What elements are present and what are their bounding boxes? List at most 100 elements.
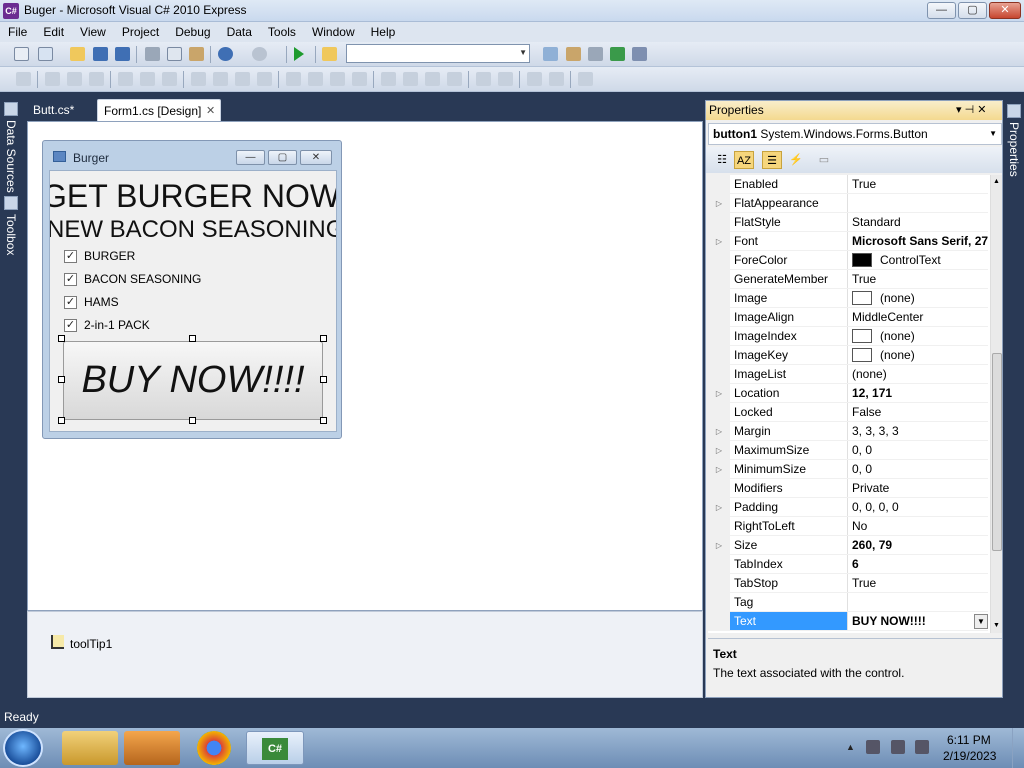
check-icon[interactable]: ✓	[64, 295, 77, 309]
align-centers-icon[interactable]	[67, 72, 82, 86]
tab-butt-cs[interactable]: Butt.cs*	[27, 99, 80, 121]
save-icon[interactable]	[93, 47, 108, 61]
menu-data[interactable]: Data	[219, 22, 260, 42]
property-row-tabstop[interactable]: TabStop True	[708, 574, 988, 593]
property-value[interactable]: (none)	[848, 346, 988, 364]
size-to-grid-icon[interactable]	[213, 72, 228, 86]
start-debugging-icon[interactable]	[294, 47, 304, 61]
expand-arrow-icon[interactable]: ▷	[708, 194, 730, 212]
find-in-files-icon[interactable]	[322, 47, 337, 61]
align-tops-icon[interactable]	[118, 72, 133, 86]
panel-pin-close-icons[interactable]: ▾ ⊣ ✕	[956, 101, 986, 120]
tab-order-icon[interactable]	[578, 72, 593, 86]
new-project-icon[interactable]	[14, 47, 29, 61]
property-row-margin[interactable]: ▷ Margin 3, 3, 3, 3	[708, 422, 988, 441]
events-icon[interactable]: ⚡	[786, 151, 806, 169]
property-row-modifiers[interactable]: Modifiers Private	[708, 479, 988, 498]
expand-arrow-icon[interactable]: ▷	[708, 232, 730, 250]
property-value[interactable]	[848, 194, 988, 212]
make-same-width-icon[interactable]	[191, 72, 206, 86]
checkbox-hams[interactable]: ✓ HAMS	[64, 294, 119, 310]
scroll-up-icon[interactable]: ▲	[993, 178, 1000, 185]
expand-arrow-icon[interactable]: ▷	[708, 536, 730, 554]
clock-time[interactable]: 6:11 PM	[947, 733, 991, 747]
categorized-icon[interactable]: ☷	[712, 151, 732, 169]
chevron-down-icon[interactable]: ▼	[519, 48, 527, 57]
buy-now-button[interactable]: BUY NOW!!!!	[63, 341, 323, 420]
menu-edit[interactable]: Edit	[35, 22, 72, 42]
resize-handle[interactable]	[320, 376, 327, 383]
property-value[interactable]: (none)	[848, 289, 988, 307]
menu-view[interactable]: View	[72, 22, 114, 42]
menu-window[interactable]: Window	[304, 22, 363, 42]
save-all-icon[interactable]	[115, 47, 130, 61]
resize-handle[interactable]	[58, 376, 65, 383]
toolbox-tab[interactable]: Toolbox	[4, 214, 18, 255]
menu-file[interactable]: File	[0, 22, 35, 42]
tooltip-component[interactable]: toolTip1	[70, 637, 112, 651]
increase-horizontal-spacing-icon[interactable]	[308, 72, 323, 86]
object-selector[interactable]: button1 System.Windows.Forms.Button ▼	[708, 123, 1002, 145]
label-get-burger[interactable]: GET BURGER NOW	[50, 178, 336, 214]
add-item-icon[interactable]	[38, 47, 53, 61]
toolbox-tab-icon[interactable]	[4, 196, 18, 210]
property-value[interactable]: 0, 0	[848, 460, 988, 478]
network-icon[interactable]	[866, 740, 880, 754]
minimize-button[interactable]: —	[927, 2, 956, 19]
expand-arrow-icon[interactable]: ▷	[708, 384, 730, 402]
property-value[interactable]: Standard	[848, 213, 988, 231]
property-value[interactable]: 0, 0	[848, 441, 988, 459]
menu-debug[interactable]: Debug	[167, 22, 218, 42]
checkbox-burger[interactable]: ✓ BURGER	[64, 248, 135, 264]
property-row-image[interactable]: Image (none)	[708, 289, 988, 308]
volume-icon[interactable]	[915, 740, 929, 754]
align-bottoms-icon[interactable]	[162, 72, 177, 86]
check-icon[interactable]: ✓	[64, 249, 77, 263]
chrome-taskbar-icon[interactable]	[197, 731, 231, 765]
property-pages-icon[interactable]: ▭	[814, 151, 834, 169]
solution-explorer-icon[interactable]	[543, 47, 558, 61]
center-horizontally-icon[interactable]	[476, 72, 491, 86]
form-maximize-button[interactable]: ▢	[268, 150, 297, 165]
increase-vertical-spacing-icon[interactable]	[403, 72, 418, 86]
menu-tools[interactable]: Tools	[260, 22, 304, 42]
resize-handle[interactable]	[320, 417, 327, 424]
resize-handle[interactable]	[189, 335, 196, 342]
property-value[interactable]	[848, 593, 988, 611]
property-value[interactable]: True	[848, 270, 988, 288]
property-row-maximumsize[interactable]: ▷ MaximumSize 0, 0	[708, 441, 988, 460]
menu-help[interactable]: Help	[363, 22, 404, 42]
expand-arrow-icon[interactable]: ▷	[708, 460, 730, 478]
property-row-tabindex[interactable]: TabIndex 6	[708, 555, 988, 574]
align-middles-icon[interactable]	[140, 72, 155, 86]
undo-icon[interactable]	[218, 47, 233, 61]
resize-handle[interactable]	[189, 417, 196, 424]
resize-handle[interactable]	[58, 335, 65, 342]
property-row-enabled[interactable]: Enabled True	[708, 175, 988, 194]
property-row-tag[interactable]: Tag	[708, 593, 988, 612]
redo-icon[interactable]	[252, 47, 267, 61]
remove-horizontal-spacing-icon[interactable]	[352, 72, 367, 86]
properties-tab[interactable]: Properties	[1007, 122, 1021, 177]
cut-icon[interactable]	[145, 47, 160, 61]
property-value[interactable]: 0, 0, 0, 0	[848, 498, 988, 516]
expand-arrow-icon[interactable]: ▷	[708, 441, 730, 459]
start-button[interactable]	[3, 729, 43, 767]
alphabetical-icon[interactable]: AZ	[734, 151, 754, 169]
property-value[interactable]: True	[848, 574, 988, 592]
expand-arrow-icon[interactable]: ▷	[708, 422, 730, 440]
form-close-button[interactable]: ✕	[300, 150, 332, 165]
properties-window-icon[interactable]	[566, 47, 581, 61]
checkbox-bacon-seasoning[interactable]: ✓ BACON SEASONING	[64, 271, 201, 287]
form-minimize-button[interactable]: —	[236, 150, 265, 165]
scroll-thumb[interactable]	[992, 353, 1002, 551]
show-desktop-button[interactable]	[1012, 728, 1024, 768]
find-combo[interactable]: ▼	[346, 44, 530, 63]
property-value[interactable]: (none)	[848, 327, 988, 345]
horizontal-spacing-equal-icon[interactable]	[286, 72, 301, 86]
data-sources-tab[interactable]: Data Sources	[4, 120, 18, 193]
remove-vertical-spacing-icon[interactable]	[447, 72, 462, 86]
resize-handle[interactable]	[58, 417, 65, 424]
make-same-size-icon[interactable]	[257, 72, 272, 86]
label-bacon-seasoning[interactable]: NEW BACON SEASONING	[50, 216, 336, 244]
